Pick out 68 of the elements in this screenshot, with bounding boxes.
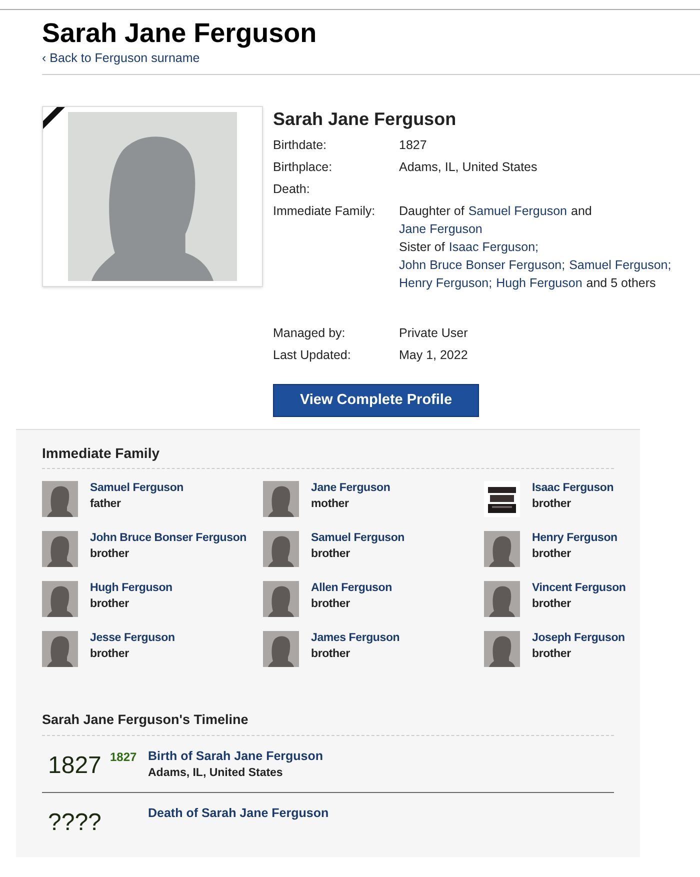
relation: brother [90,597,130,612]
relative-link[interactable]: Samuel Ferguson [468,202,567,220]
relation: brother [90,647,130,662]
event-place: Adams, IL, United States [148,766,284,781]
relative-link[interactable]: Samuel Ferguson; [569,256,672,274]
relation: brother [532,497,572,512]
relative-name[interactable]: Jane Ferguson [311,480,390,496]
relative-link[interactable]: Isaac Ferguson; [448,238,538,256]
relative-name[interactable]: Samuel Ferguson [311,530,404,546]
fact-value: Adams, IL, United States [399,159,538,176]
relative-link[interactable]: Hugh Ferguson [496,274,582,292]
avatar-icon [42,531,78,567]
avatar-icon [484,531,520,567]
relation: father [90,497,122,512]
relative-name[interactable]: Joseph Ferguson [532,630,625,646]
avatar-icon [263,531,299,567]
relative-name[interactable]: Isaac Ferguson [532,480,614,496]
view-profile-button[interactable]: View Complete Profile [273,384,479,417]
relation: brother [532,597,572,612]
fact-label: Managed by: [273,325,346,342]
fact-value: May 1, 2022 [399,347,468,364]
avatar-icon [42,481,78,517]
relative-name[interactable]: Hugh Ferguson [90,580,172,596]
profile-name: Sarah Jane Ferguson [273,108,458,130]
relative-name[interactable]: Henry Ferguson [532,530,618,546]
avatar-icon [263,581,299,617]
event-link[interactable]: Birth of Sarah Jane Ferguson [148,748,324,765]
relation: brother [311,597,351,612]
fact-value: Private User [399,325,468,342]
relation: brother [90,547,130,562]
relation: mother [311,497,350,512]
fact-value: 1827 [399,137,427,154]
avatar-icon [484,631,520,667]
fact-label: Birthdate: [273,137,328,154]
fact-label: Last Updated: [273,347,352,364]
avatar-icon [42,581,78,617]
family-text: Daughter of [399,203,464,220]
relative-link[interactable]: John Bruce Bonser Ferguson; [399,256,566,274]
avatar-icon [263,631,299,667]
fact-label: Death: [273,181,311,198]
section-title: Sarah Jane Ferguson's Timeline [42,711,614,736]
relation: brother [532,647,572,662]
fact-label: Immediate Family: [273,203,376,220]
relative-link[interactable]: Jane Ferguson [399,220,482,238]
event-link[interactable]: Death of Sarah Jane Ferguson [148,805,329,822]
timeline-age: 1827 [110,749,137,766]
relation: brother [311,647,351,662]
relative-name[interactable]: Allen Ferguson [311,580,392,596]
relative-link[interactable]: Henry Ferguson; [399,274,492,292]
fact-label: Birthplace: [273,159,334,176]
relation: brother [311,547,351,562]
back-link[interactable]: ‹ Back to Ferguson surname [42,50,700,66]
page-title: Sarah Jane Ferguson [42,17,318,50]
family-text: and [571,203,592,220]
family-text: and 5 others [586,275,656,292]
relative-name[interactable]: Jesse Ferguson [90,630,175,646]
avatar-icon [263,481,299,517]
family-text: Sister of [399,239,445,256]
timeline-year: 1827 [48,752,102,780]
avatar-icon [42,631,78,667]
relation: brother [532,547,572,562]
section-title: Immediate Family [42,444,614,469]
relative-name[interactable]: James Ferguson [311,630,400,646]
relative-name[interactable]: Samuel Ferguson [90,480,184,496]
avatar-icon [484,581,520,617]
relative-name[interactable]: Vincent Ferguson [532,580,626,596]
relative-name[interactable]: John Bruce Bonser Ferguson [90,530,246,546]
timeline-year: ???? [48,809,102,837]
